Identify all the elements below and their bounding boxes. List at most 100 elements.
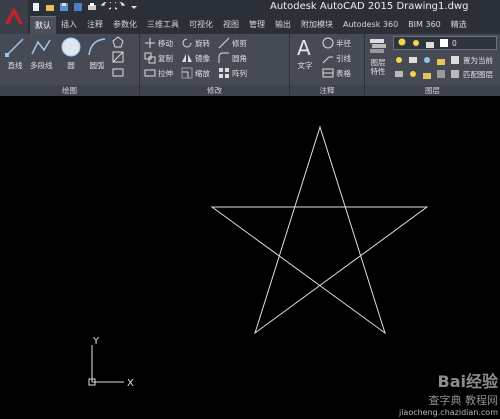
tab-annotate[interactable]: 注释 bbox=[82, 16, 108, 34]
copy-icon[interactable] bbox=[144, 52, 156, 64]
fillet-icon[interactable] bbox=[218, 52, 230, 64]
draw-panel-label[interactable]: 绘图 bbox=[0, 85, 139, 96]
redo-icon[interactable] bbox=[114, 2, 125, 13]
polyline-icon bbox=[31, 39, 51, 55]
set-current-label[interactable]: 置为当前 bbox=[463, 55, 493, 66]
rectangle-icon[interactable] bbox=[112, 66, 124, 78]
tab-featured[interactable]: 精选 bbox=[446, 16, 472, 34]
open-icon[interactable] bbox=[44, 2, 55, 13]
layer-properties-icon bbox=[370, 39, 386, 53]
circle-button[interactable]: 圆 bbox=[60, 36, 82, 71]
match-layer-icon[interactable] bbox=[449, 68, 461, 80]
layer-unisolate-icon[interactable] bbox=[393, 68, 405, 80]
save-icon[interactable] bbox=[58, 2, 69, 13]
tab-manage[interactable]: 管理 bbox=[244, 16, 270, 34]
match-layer-label[interactable]: 匹配图层 bbox=[463, 69, 493, 80]
tab-autodesk-360[interactable]: Autodesk 360 bbox=[338, 16, 403, 34]
watermark-brand: Bai经验 bbox=[437, 372, 498, 391]
modify-row-1: 移动 旋转 修剪 bbox=[144, 36, 247, 50]
autocad-logo-icon bbox=[5, 7, 23, 24]
layer-properties-label: 图层 特性 bbox=[370, 58, 386, 76]
title-bar: Autodesk AutoCAD 2015 Drawing1.dwg bbox=[0, 0, 500, 14]
layer-off-icon[interactable] bbox=[393, 54, 405, 66]
mirror-label[interactable]: 镜像 bbox=[195, 53, 210, 64]
fillet-label[interactable]: 圆角 bbox=[232, 53, 247, 64]
tab-parametric[interactable]: 参数化 bbox=[108, 16, 142, 34]
move-label[interactable]: 移动 bbox=[158, 38, 173, 49]
layer-color-swatch bbox=[438, 37, 450, 49]
annotation-panel-label[interactable]: 注释 bbox=[290, 85, 364, 96]
annotation-panel: A 文字 半径 引线 表格 注释 bbox=[290, 34, 365, 96]
dropdown-icon[interactable] bbox=[128, 2, 139, 13]
ribbon: 直线 多段线 圆 圆弧 绘图 移动 旋转 修剪 复制 镜像 圆角 拉伸 缩放 阵… bbox=[0, 34, 500, 96]
tab-insert[interactable]: 插入 bbox=[56, 16, 82, 34]
scale-icon[interactable] bbox=[181, 67, 193, 79]
print-icon[interactable] bbox=[86, 2, 97, 13]
current-layer-value: 0 bbox=[452, 38, 457, 48]
layer-dropdown[interactable]: 0 bbox=[393, 36, 497, 50]
layer-walk-icon[interactable] bbox=[435, 68, 447, 80]
rotate-icon[interactable] bbox=[181, 37, 193, 49]
undo-icon[interactable] bbox=[100, 2, 111, 13]
lock-icon bbox=[424, 37, 436, 49]
stretch-icon[interactable] bbox=[144, 67, 156, 79]
layer-freeze-icon[interactable] bbox=[421, 54, 433, 66]
ucs-y-label: Y bbox=[92, 336, 100, 347]
rotate-label[interactable]: 旋转 bbox=[195, 38, 210, 49]
tab-home[interactable]: 默认 bbox=[30, 16, 56, 34]
mirror-icon[interactable] bbox=[181, 52, 193, 64]
line-label: 直线 bbox=[7, 61, 23, 70]
tab-view[interactable]: 视图 bbox=[218, 16, 244, 34]
layer-lock-icon[interactable] bbox=[435, 54, 447, 66]
layer-isolate-icon[interactable] bbox=[407, 54, 419, 66]
arc-button[interactable]: 圆弧 bbox=[86, 36, 108, 71]
array-label[interactable]: 阵列 bbox=[232, 68, 247, 79]
tab-addins[interactable]: 附加模块 bbox=[296, 16, 338, 34]
draw-panel: 直线 多段线 圆 圆弧 绘图 bbox=[0, 34, 140, 96]
polygon-icon[interactable] bbox=[112, 36, 124, 48]
saveas-icon[interactable] bbox=[72, 2, 83, 13]
watermark: Bai经验 查字典 教程网 jiaocheng.chazidian.com bbox=[399, 368, 498, 417]
copy-label[interactable]: 复制 bbox=[158, 53, 173, 64]
table-icon bbox=[322, 67, 334, 79]
move-icon[interactable] bbox=[144, 37, 156, 49]
tab-bim-360[interactable]: BIM 360 bbox=[403, 16, 446, 34]
dimension-tool[interactable]: 半径 bbox=[322, 36, 351, 50]
star-shape[interactable] bbox=[210, 125, 429, 335]
modify-panel-label[interactable]: 修改 bbox=[140, 85, 289, 96]
layers-panel-label[interactable]: 图层 bbox=[365, 85, 500, 96]
drawing-canvas[interactable]: Y X Bai经验 查字典 教程网 jiaocheng.chazidian.co… bbox=[0, 96, 500, 419]
trim-label[interactable]: 修剪 bbox=[232, 38, 247, 49]
polyline-button[interactable]: 多段线 bbox=[30, 36, 53, 71]
array-icon[interactable] bbox=[218, 67, 230, 79]
application-menu-button[interactable] bbox=[0, 0, 28, 34]
modify-row-2: 复制 镜像 圆角 bbox=[144, 51, 247, 65]
trim-icon[interactable] bbox=[218, 37, 230, 49]
layer-unlock-icon[interactable] bbox=[421, 68, 433, 80]
tab-output[interactable]: 输出 bbox=[270, 16, 296, 34]
dimension-label: 半径 bbox=[336, 38, 351, 48]
ucs-icon: Y X bbox=[88, 336, 134, 389]
text-button[interactable]: A 文字 bbox=[294, 36, 316, 71]
line-button[interactable]: 直线 bbox=[4, 36, 26, 71]
leader-icon bbox=[322, 52, 334, 64]
line-icon bbox=[5, 38, 24, 57]
arc-icon bbox=[88, 38, 106, 56]
layer-thaw-icon[interactable] bbox=[407, 68, 419, 80]
arc-label: 圆弧 bbox=[89, 61, 105, 70]
table-tool[interactable]: 表格 bbox=[322, 66, 351, 80]
layer-properties-button[interactable]: 图层 特性 bbox=[368, 36, 388, 76]
text-icon: A bbox=[297, 36, 311, 58]
tab-3d-tools[interactable]: 三维工具 bbox=[142, 16, 184, 34]
leader-tool[interactable]: 引线 bbox=[322, 51, 351, 65]
ucs-x-label: X bbox=[127, 378, 134, 389]
layer-tools-row-1: 置为当前 bbox=[393, 53, 493, 67]
scale-label[interactable]: 缩放 bbox=[195, 68, 210, 79]
stretch-label[interactable]: 拉伸 bbox=[158, 68, 173, 79]
new-icon[interactable] bbox=[30, 2, 41, 13]
layer-tools-row-2: 匹配图层 bbox=[393, 67, 493, 81]
hatch-icon[interactable] bbox=[112, 51, 124, 63]
set-current-icon[interactable] bbox=[449, 54, 461, 66]
table-label: 表格 bbox=[336, 68, 351, 78]
tab-visualize[interactable]: 可视化 bbox=[184, 16, 218, 34]
